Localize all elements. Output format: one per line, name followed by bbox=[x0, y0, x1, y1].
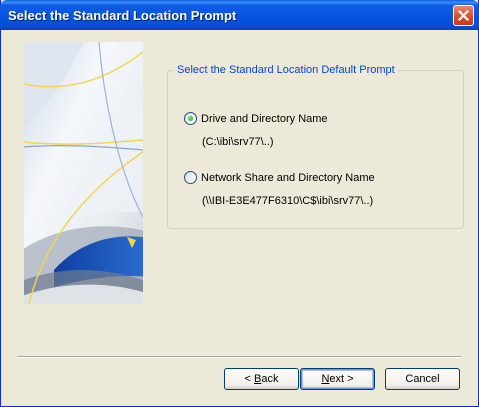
cancel-button[interactable]: Cancel bbox=[385, 368, 460, 390]
radio-button-unchecked-icon[interactable] bbox=[184, 171, 197, 184]
radio-button-checked-icon[interactable] bbox=[184, 112, 197, 125]
wizard-side-image bbox=[24, 42, 143, 304]
window-title: Select the Standard Location Prompt bbox=[8, 8, 237, 23]
dialog-window: Select the Standard Location Prompt Sele… bbox=[0, 0, 479, 407]
close-button[interactable] bbox=[453, 5, 474, 26]
back-button-prefix: < bbox=[244, 373, 254, 385]
radio-drive-directory[interactable]: Drive and Directory Name bbox=[184, 112, 328, 125]
back-button[interactable]: < Back bbox=[224, 368, 299, 390]
back-button-label: ack bbox=[261, 373, 279, 385]
drive-directory-path: (C:\ibi\srv77\..) bbox=[202, 136, 274, 148]
title-bar[interactable]: Select the Standard Location Prompt bbox=[0, 0, 479, 30]
radio-drive-directory-label[interactable]: Drive and Directory Name bbox=[201, 113, 328, 125]
network-share-path: (\\IBI-E3E477F6310\C$\ibi\srv77\..) bbox=[202, 195, 374, 207]
button-separator bbox=[17, 356, 461, 358]
group-legend: Select the Standard Location Default Pro… bbox=[177, 64, 395, 76]
close-icon bbox=[458, 10, 469, 21]
default-prompt-group: Select the Standard Location Default Pro… bbox=[167, 64, 464, 229]
radio-network-share[interactable]: Network Share and Directory Name bbox=[184, 171, 375, 184]
next-button-label: ext > bbox=[329, 373, 354, 385]
radio-network-share-label[interactable]: Network Share and Directory Name bbox=[201, 172, 375, 184]
next-button[interactable]: Next > bbox=[300, 368, 375, 390]
